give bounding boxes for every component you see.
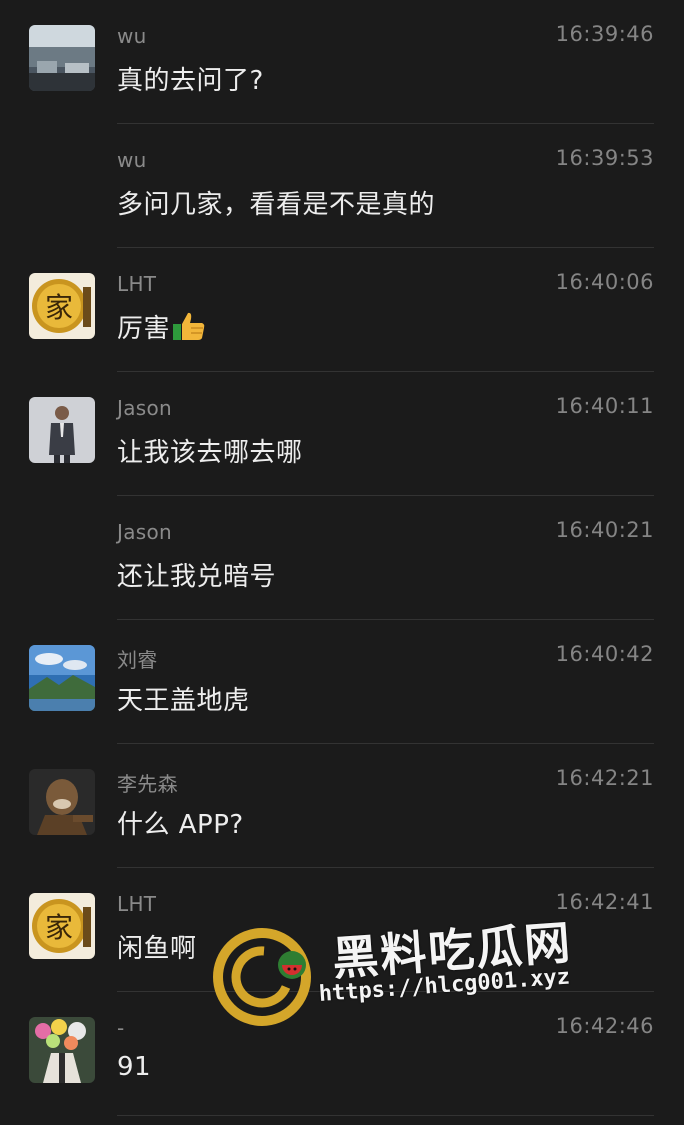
sender-name: LHT xyxy=(117,272,157,296)
sender-name: Jason xyxy=(117,520,172,544)
sender-name: 李先森 xyxy=(117,772,178,796)
thumbs-up-icon xyxy=(172,311,206,348)
message-time: 16:42:41 xyxy=(555,890,654,914)
message-time: 16:40:42 xyxy=(555,642,654,666)
sender-name: wu xyxy=(117,24,147,48)
message-text: 什么 APP? xyxy=(117,810,244,840)
message-text: 厉害 xyxy=(117,308,206,348)
message-text: 闲鱼啊 xyxy=(117,934,197,964)
chat-message[interactable]: Jason 16:40:21 还让我兑暗号 xyxy=(0,496,684,620)
chat-message[interactable]: wu 16:39:53 多问几家，看看是不是真的 xyxy=(0,124,684,248)
message-text: 多问几家，看看是不是真的 xyxy=(117,190,436,220)
divider xyxy=(117,1115,654,1116)
chat-message[interactable]: 李先森 16:42:21 什么 APP? xyxy=(0,744,684,868)
message-time: 16:40:06 xyxy=(555,270,654,294)
sender-name: Jason xyxy=(117,396,172,420)
message-time: 16:42:21 xyxy=(555,766,654,790)
message-time: 16:40:21 xyxy=(555,518,654,542)
message-time: 16:40:11 xyxy=(555,394,654,418)
liurui-landscape-avatar[interactable] xyxy=(29,645,95,711)
chat-message[interactable]: wu 16:39:46 真的去问了? xyxy=(0,0,684,124)
wu-photo-avatar[interactable] xyxy=(29,25,95,91)
message-text: 天王盖地虎 xyxy=(117,686,250,716)
message-text: 让我该去哪去哪 xyxy=(117,438,303,468)
lht-seal-avatar[interactable]: 家 xyxy=(29,893,95,959)
lht-seal-avatar[interactable]: 家 xyxy=(29,273,95,339)
sender-name: LHT xyxy=(117,892,157,916)
chat-message[interactable]: Jason 16:40:11 让我该去哪去哪 xyxy=(0,372,684,496)
sender-name: - xyxy=(117,1016,125,1040)
message-text: 91 xyxy=(117,1052,152,1082)
svg-text:家: 家 xyxy=(45,911,73,944)
message-text: 还让我兑暗号 xyxy=(117,562,277,592)
chat-message[interactable]: 刘睿 16:40:42 天王盖地虎 xyxy=(0,620,684,744)
sender-name: 刘睿 xyxy=(117,648,158,672)
jason-suit-avatar[interactable] xyxy=(29,397,95,463)
lixiansen-statue-avatar[interactable] xyxy=(29,769,95,835)
message-time: 16:39:46 xyxy=(555,22,654,46)
message-text: 真的去问了? xyxy=(117,66,264,96)
chat-message[interactable]: 家 LHT 16:40:06 厉害 xyxy=(0,248,684,372)
sender-name: wu xyxy=(117,148,147,172)
svg-text:家: 家 xyxy=(45,291,73,324)
message-time: 16:39:53 xyxy=(555,146,654,170)
dash-flowers-avatar[interactable] xyxy=(29,1017,95,1083)
